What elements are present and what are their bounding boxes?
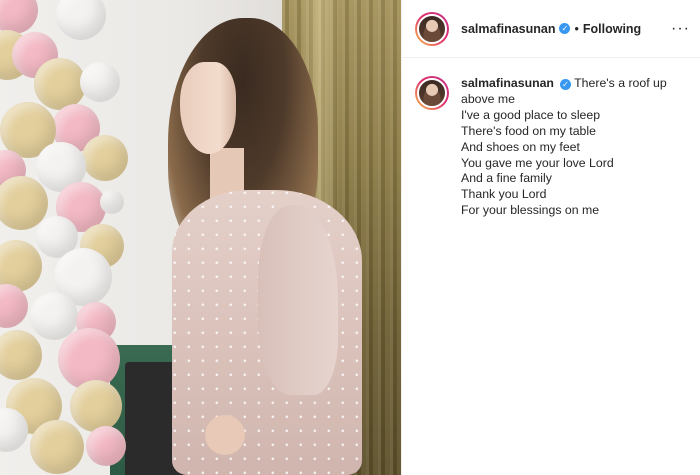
caption-line: Thank you Lord	[461, 187, 547, 202]
separator-dot: •	[574, 21, 579, 36]
instagram-post: salmafinasunan ✓ • Following ··· salmafi…	[0, 0, 700, 475]
post-side-panel: salmafinasunan ✓ • Following ··· salmafi…	[401, 0, 700, 475]
caption-verified-badge-icon: ✓	[559, 79, 571, 90]
verified-badge-icon: ✓	[559, 23, 571, 34]
author-username-link[interactable]: salmafinasunan	[461, 22, 555, 36]
more-options-icon[interactable]: ···	[671, 20, 690, 38]
following-button[interactable]: Following	[583, 22, 641, 36]
post-header: salmafinasunan ✓ • Following ···	[402, 0, 700, 58]
author-avatar[interactable]	[415, 11, 449, 46]
caption-text: salmafinasunan ✓ There's a roof up above …	[461, 76, 686, 219]
post-photo[interactable]	[0, 0, 401, 475]
caption-line: For your blessings on me	[461, 203, 600, 218]
caption-line: And shoes on my feet	[461, 139, 580, 154]
caption-line: There's food on my table	[461, 123, 596, 138]
caption-author-avatar[interactable]	[415, 76, 449, 110]
caption-line: I've a good place to sleep	[461, 107, 601, 122]
caption-username-link[interactable]: salmafinasunan	[461, 76, 554, 90]
caption-comment: salmafinasunan ✓ There's a roof up above …	[402, 58, 700, 219]
caption-line: You gave me your love Lord	[461, 155, 614, 170]
caption-line: And a fine family	[461, 171, 552, 186]
